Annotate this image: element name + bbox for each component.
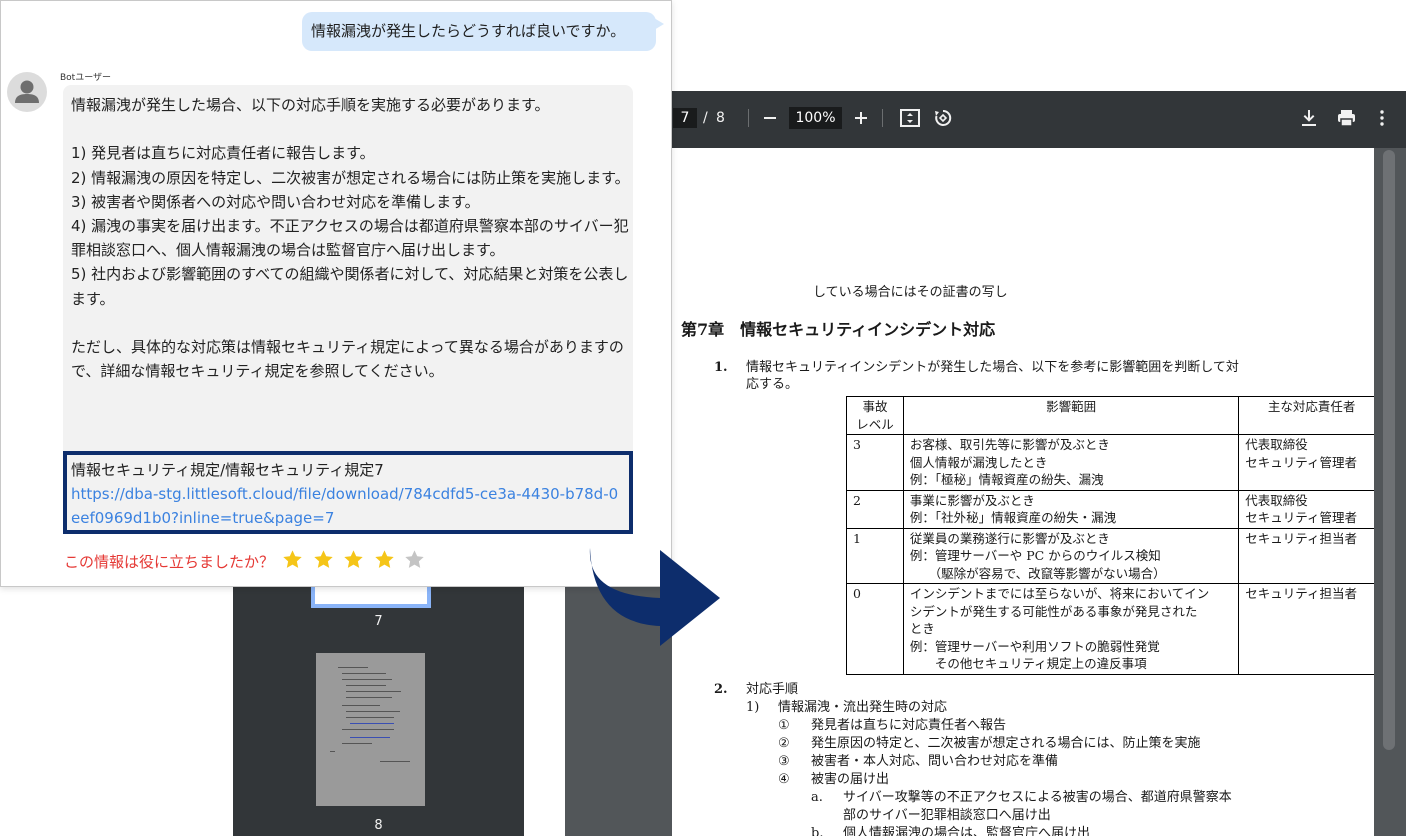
chat-panel: 情報漏洩が発生したらどうすれば良いですか。 Botユーザー 情報漏洩が発生した場… [0,0,672,587]
star-icon[interactable] [282,549,303,570]
table-cell-scope: インシデントまでには至らないが、将来においてイン シデントが発生する可能性がある… [902,583,1240,675]
bot-name: Botユーザー [60,73,112,83]
section-text: 応する。 [746,377,799,392]
table-cell-scope: 従業員の業務遂行に影響が及ぶとき 例：管理サーバーや PC からのウイルス検知 … [902,527,1240,584]
zoom-out-icon[interactable] [757,105,783,131]
step-number: ③ [778,754,790,769]
page-separator: / [703,110,708,126]
table-header: 影響範囲 [902,396,1240,435]
star-icon[interactable] [374,549,395,570]
table-cell-responsible: セキュリティ担当者 [1238,583,1374,675]
star-icon[interactable] [313,549,334,570]
substep-text: 部のサイバー犯罪相談窓口へ届け出 [843,808,1051,823]
step-number: ② [778,736,790,751]
table-cell-level: 1 [846,527,904,584]
bot-paragraph: 3) 被害者や関係者への対応や問い合わせ対応を準備します。 [71,192,480,211]
scrollbar-thumb[interactable] [1383,150,1395,750]
table-header: 事故 レベル [846,396,904,435]
star-icon[interactable] [343,549,364,570]
pdf-scrollbar[interactable] [1374,148,1406,836]
section-text: 情報セキュリティインシデントが発生した場合、以下を参考に影響範囲を判断して対 [746,360,1239,375]
incident-level-table: 事故 レベル 影響範囲 主な対応責任者 3 お客様、取引先等に影響が及ぶとき 個… [846,396,1374,675]
table-cell-level: 3 [846,434,904,491]
table-cell-level: 0 [846,583,904,675]
fit-page-icon[interactable] [897,105,923,131]
toolbar-divider [748,109,749,127]
toolbar-divider [882,109,883,127]
bot-avatar-icon [7,72,47,112]
bot-paragraph: 1) 発見者は直ちに対応責任者に報告します。 [71,144,375,163]
table-header-row: 事故 レベル 影響範囲 主な対応責任者 [846,396,1374,435]
doc-text-fragment: している場合にはその証書の写し [813,285,1008,300]
step-text: 被害者・本人対応、問い合わせ対応を準備 [811,754,1059,769]
table-cell-scope: お客様、取引先等に影響が及ぶとき 個人情報が漏洩したとき 例：「極秘」情報資産の… [902,434,1240,491]
step-number: ① [778,718,790,733]
thumbnail-sidebar: 7 8 [233,560,524,836]
table-cell-scope: 事業に影響が及ぶとき 例：「社外秘」情報資産の紛失・漏洩 [902,489,1240,529]
bot-paragraph: 5) 社内および影響範囲のすべての組織や関係者に対して、対応結果と対策を公表しま… [71,265,629,308]
user-message-bubble: 情報漏洩が発生したらどうすれば良いですか。 [302,12,664,51]
substep-text: サイバー攻撃等の不正アクセスによる被害の場合、都道府県警察本 [843,790,1232,805]
substep-number: b. [811,826,824,836]
thumbnail-page-8[interactable] [316,653,425,806]
chapter-title: 第7章 情報セキュリティインシデント対応 [681,320,996,339]
rating-stars [282,549,435,574]
pdf-page: している場合にはその証書の写し 第7章 情報セキュリティインシデント対応 1. … [672,148,1374,836]
reference-link[interactable]: https://dba-stg.littlesoft.cloud/file/do… [71,482,625,530]
table-cell-responsible: セキュリティ担当者 [1238,527,1374,584]
table-row: 1 従業員の業務遂行に影響が及ぶとき 例：管理サーバーや PC からのウイルス検… [846,527,1374,584]
step-text: 被害の届け出 [811,772,890,787]
bot-paragraph: 情報漏洩が発生した場合、以下の対応手順を実施する必要があります。 [71,96,550,114]
table-row: 2 事業に影響が及ぶとき 例：「社外秘」情報資産の紛失・漏洩 代表取締役 セキュ… [846,489,1374,529]
pdf-viewer: 7 / 8 100% している場合にはその証書の写し 第7章 情報セキュリティイ… [565,91,1406,836]
table-cell-responsible: 代表取締役 セキュリティ管理者 [1238,489,1374,529]
substep-text: 個人情報漏洩の場合は、監督官庁へ届け出 [843,826,1091,836]
total-pages: 8 [716,110,725,126]
substep-number: a. [811,790,823,805]
pdf-toolbar: 7 / 8 100% [565,91,1406,148]
page-number-input[interactable]: 7 [673,108,697,128]
print-icon[interactable] [1333,105,1359,131]
section-number: 1. [714,360,728,375]
table-row: 3 お客様、取引先等に影響が及ぶとき 個人情報が漏洩したとき 例：「極秘」情報資… [846,434,1374,491]
subsection-number: 1) [746,700,760,715]
step-text: 発生原因の特定と、二次被害が想定される場合には、防止策を実施 [811,736,1201,751]
bot-paragraph: 4) 漏洩の事実を届け出ます。不正アクセスの場合は都道府県警察本部のサイバー犯罪… [71,217,629,260]
bot-paragraph: 2) 情報漏洩の原因を特定し、二次被害が想定される場合には防止策を実施します。 [71,168,630,187]
table-cell-level: 2 [846,489,904,529]
table-cell-responsible: 代表取締役 セキュリティ管理者 [1238,434,1374,491]
step-number: ④ [778,772,790,787]
zoom-level-input[interactable]: 100% [789,107,842,129]
table-row: 0 インシデントまでには至らないが、将来においてイン シデントが発生する可能性が… [846,583,1374,675]
feedback-question: この情報は役に立ちましたか？ [64,552,275,571]
section-title: 対応手順 [746,682,799,697]
zoom-in-icon[interactable] [848,105,874,131]
star-icon[interactable] [404,549,425,570]
download-icon[interactable] [1296,105,1322,131]
thumbnail-label: 7 [374,614,383,629]
feedback-row: この情報は役に立ちましたか？ [64,548,435,574]
bot-message-bubble: 情報漏洩が発生した場合、以下の対応手順を実施する必要があります。 1) 発見者は… [63,85,633,534]
rotate-icon[interactable] [930,105,956,131]
subsection-title: 情報漏洩・流出発生時の対応 [778,700,948,715]
reference-title: 情報セキュリティ規定/情報セキュリティ規定7 [71,461,384,479]
table-header: 主な対応責任者 [1238,396,1374,435]
more-options-icon[interactable] [1369,105,1395,131]
thumbnail-label: 8 [374,818,383,833]
step-text: 発見者は直ちに対応責任者へ報告 [811,718,1007,733]
bot-paragraph: ただし、具体的な対応策は情報セキュリティ規定によって異なる場合がありますので、詳… [71,338,624,381]
bot-message-text: 情報漏洩が発生した場合、以下の対応手順を実施する必要があります。 1) 発見者は… [71,93,631,383]
reference-box: 情報セキュリティ規定/情報セキュリティ規定7 https://dba-stg.l… [63,451,633,534]
arrow-icon [589,548,720,646]
section-number: 2. [714,682,728,697]
